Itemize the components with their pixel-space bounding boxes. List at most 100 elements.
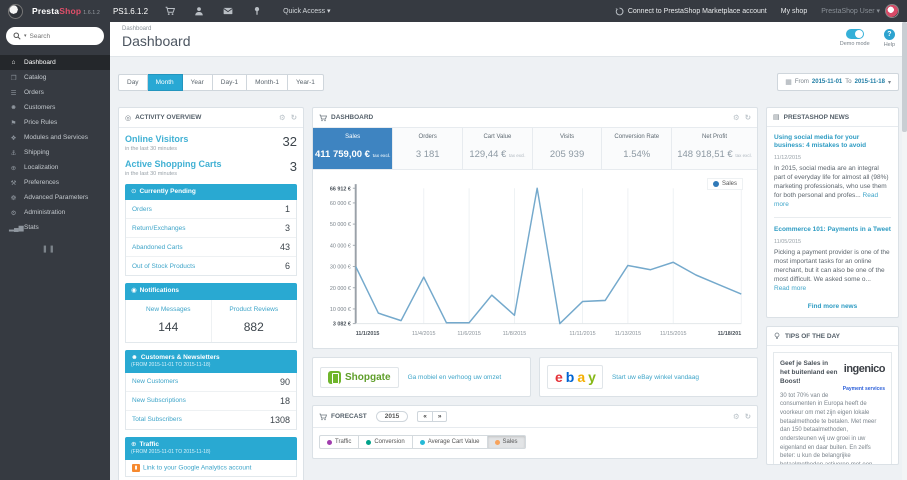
row-label[interactable]: Total Subscribers xyxy=(132,416,182,423)
scrollbar[interactable] xyxy=(902,22,907,480)
messages-icon[interactable] xyxy=(221,5,235,17)
metric-button-sales[interactable]: Sales xyxy=(487,435,526,449)
row-label[interactable]: Abandoned Carts xyxy=(132,244,183,251)
kpi-value: 3 181 xyxy=(415,149,440,160)
quick-access-menu[interactable]: Quick Access ▾ xyxy=(283,7,330,15)
row-label[interactable]: New Subscriptions xyxy=(132,397,186,404)
ebay-banner[interactable]: ebay Start uw eBay winkel vandaag xyxy=(539,357,758,397)
pending-row-abandoned-carts[interactable]: Abandoned Carts 43 xyxy=(126,238,296,258)
google-analytics-row[interactable]: ▮ Link to your Google Analytics account xyxy=(126,460,296,476)
sidebar-collapse-icon[interactable]: ❚❚ xyxy=(42,245,110,253)
new-messages-cell[interactable]: New Messages 144 xyxy=(126,299,212,342)
demo-mode-toggle[interactable]: Demo mode xyxy=(840,29,870,47)
forecast-year: 2015 xyxy=(375,411,409,422)
sidebar-item-catalog[interactable]: ❐ Catalog xyxy=(0,70,110,85)
scrollbar-thumb[interactable] xyxy=(902,22,907,132)
marketplace-link[interactable]: Connect to PrestaShop Marketplace accoun… xyxy=(615,7,767,16)
news-article: Ecommerce 101: Payments in a Tweet 11/05… xyxy=(774,226,891,293)
google-analytics-link[interactable]: Link to your Google Analytics account xyxy=(143,464,251,471)
sidebar-item-advanced-parameters[interactable]: ☸ Advanced Parameters xyxy=(0,190,110,205)
find-more-news-link[interactable]: Find more news xyxy=(774,303,891,310)
pending-row-out-of-stock[interactable]: Out of Stock Products 6 xyxy=(126,257,296,275)
sidebar-item-orders[interactable]: ☰ Orders xyxy=(0,85,110,100)
gear-icon: ⚙ xyxy=(10,209,17,217)
search-input[interactable] xyxy=(29,32,97,40)
customers-row-new-subscriptions[interactable]: New Subscriptions 18 xyxy=(126,392,296,411)
pin-icon[interactable] xyxy=(250,5,264,17)
search-scope-caret-icon[interactable]: ▾ xyxy=(24,33,27,39)
settings-gear-icon[interactable]: ⚙ xyxy=(733,113,740,122)
customers-row-total-subscribers[interactable]: Total Subscribers 1308 xyxy=(126,411,296,429)
user-menu[interactable]: PrestaShop User ▾ xyxy=(821,4,899,18)
sidebar-item-localization[interactable]: ⊕ Localization xyxy=(0,160,110,175)
sidebar-search[interactable]: ▾ xyxy=(6,27,104,45)
kpi-orders[interactable]: Orders 3 181 xyxy=(393,128,464,169)
sidebar-item-administration[interactable]: ⚙ Administration xyxy=(0,205,110,220)
range-button-year-1[interactable]: Year-1 xyxy=(287,73,324,91)
range-button-year[interactable]: Year xyxy=(182,73,213,91)
active-carts-metric[interactable]: Active Shopping Carts in the last 30 minu… xyxy=(125,159,297,177)
range-button-day-1[interactable]: Day-1 xyxy=(212,73,248,91)
sidebar-item-preferences[interactable]: ⚒ Preferences xyxy=(0,175,110,190)
product-reviews-cell[interactable]: Product Reviews 882 xyxy=(212,300,297,342)
pending-row-orders[interactable]: Orders 1 xyxy=(126,200,296,220)
metric-button-traffic[interactable]: Traffic xyxy=(319,435,360,449)
sidebar-item-dashboard[interactable]: ⌂ Dashboard xyxy=(0,55,110,70)
kpi-sales[interactable]: Sales 411 759,00 € tax excl. xyxy=(313,128,394,169)
kpi-net-profit[interactable]: Net Profit 148 918,51 € tax excl. xyxy=(672,128,757,169)
sidebar-item-customers[interactable]: ☻ Customers xyxy=(0,100,110,115)
article-title-link[interactable]: Using social media for your business: 4 … xyxy=(774,134,891,151)
sidebar-item-shipping[interactable]: ⚓ Shipping xyxy=(0,145,110,160)
shopgate-banner[interactable]: Shopgate Ga mobiel en verhoog uw omzet xyxy=(312,357,531,397)
article-title-link[interactable]: Ecommerce 101: Payments in a Tweet xyxy=(774,226,891,234)
row-label[interactable]: Orders xyxy=(132,206,152,213)
shopgate-link[interactable]: Ga mobiel en verhoog uw omzet xyxy=(408,374,502,381)
cell-label[interactable]: New Messages xyxy=(128,306,209,313)
pending-row-returns[interactable]: Return/Exchanges 3 xyxy=(126,219,296,239)
settings-gear-icon[interactable]: ⚙ xyxy=(733,412,740,421)
ingenico-logo[interactable]: ingenico Payment services xyxy=(843,359,886,395)
brand-shop: Shop xyxy=(59,6,82,16)
row-label[interactable]: Out of Stock Products xyxy=(132,263,195,270)
range-button-month[interactable]: Month xyxy=(147,73,183,91)
tip-content[interactable]: ingenico Payment services Geef je Sales … xyxy=(773,352,892,465)
kpi-conversion-rate[interactable]: Conversion Rate 1.54% xyxy=(602,128,673,169)
customer-icon[interactable] xyxy=(192,5,206,17)
kpi-cart-value[interactable]: Cart Value 129,44 € tax excl. xyxy=(463,128,533,169)
shop-name-link[interactable]: PS1.6.1.2 xyxy=(113,7,148,16)
cart-icon[interactable] xyxy=(163,5,177,17)
brand[interactable]: PrestaShop 1.6.1.2 xyxy=(32,6,100,16)
prestashop-logo-icon[interactable] xyxy=(8,3,23,19)
my-shop-link[interactable]: My shop xyxy=(781,8,807,15)
previous-year-button[interactable]: « xyxy=(417,411,432,422)
active-carts-label[interactable]: Active Shopping Carts xyxy=(125,159,222,169)
read-more-link[interactable]: Read more xyxy=(774,285,806,292)
cell-label[interactable]: Product Reviews xyxy=(214,306,295,313)
refresh-icon[interactable]: ↻ xyxy=(745,113,751,122)
range-button-day[interactable]: Day xyxy=(118,73,148,91)
refresh-icon[interactable]: ↻ xyxy=(745,412,751,421)
kpi-visits[interactable]: Visits 205 939 xyxy=(533,128,603,169)
breadcrumb[interactable]: Dashboard xyxy=(122,26,191,32)
refresh-icon[interactable]: ↻ xyxy=(291,113,297,122)
book-icon: ❐ xyxy=(10,74,17,82)
online-visitors-metric[interactable]: Online Visitors in the last 30 minutes 32 xyxy=(125,134,297,152)
sidebar-item-price-rules[interactable]: ⚑ Price Rules xyxy=(0,115,110,130)
online-visitors-label[interactable]: Online Visitors xyxy=(125,134,188,144)
metric-button-average-cart-value[interactable]: Average Cart Value xyxy=(412,435,488,449)
kpi-label: Net Profit xyxy=(702,134,728,140)
customers-row-new-customers[interactable]: New Customers 90 xyxy=(126,373,296,392)
metric-button-conversion[interactable]: Conversion xyxy=(359,435,413,449)
date-range-picker[interactable]: ▦ From 2015-11-01 To 2015-11-18 ▾ xyxy=(777,73,899,91)
row-label[interactable]: Return/Exchanges xyxy=(132,225,185,232)
ebay-link[interactable]: Start uw eBay winkel vandaag xyxy=(612,374,699,381)
range-button-month-1[interactable]: Month-1 xyxy=(247,73,288,91)
next-year-button[interactable]: » xyxy=(431,411,448,422)
row-label[interactable]: New Customers xyxy=(132,378,178,385)
toggle-on-icon[interactable] xyxy=(845,29,864,39)
sidebar-item-stats[interactable]: ▂▄▆ Stats xyxy=(0,220,110,235)
sidebar-item-modules-and-services[interactable]: ❖ Modules and Services xyxy=(0,130,110,145)
panel-title: DASHBOARD xyxy=(331,114,374,121)
help-button[interactable]: ? Help xyxy=(884,29,895,48)
settings-gear-icon[interactable]: ⚙ xyxy=(279,113,286,122)
